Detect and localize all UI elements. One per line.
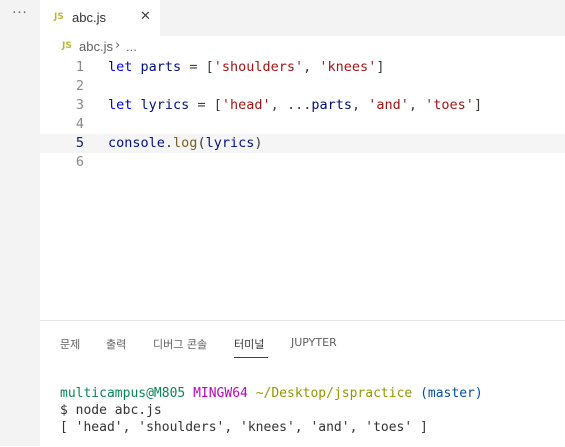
code-line-active[interactable]: 5 console.log(lyrics) <box>40 134 565 153</box>
code-line[interactable]: 3 let lyrics = ['head', ...parts, 'and',… <box>40 96 565 115</box>
breadcrumb: JS abc.js › ... <box>40 36 565 58</box>
tab-jupyter[interactable]: JUPYTER <box>291 336 337 349</box>
line-number: 3 <box>75 97 84 113</box>
prompt-env: MINGW64 <box>193 386 248 401</box>
code-line[interactable]: 6 <box>40 153 565 172</box>
code-line[interactable]: 4 <box>40 115 565 134</box>
line-number: 4 <box>75 116 84 132</box>
close-icon[interactable]: ✕ <box>140 9 151 24</box>
line-number: 2 <box>75 78 84 94</box>
terminal-command: $ node abc.js <box>60 403 162 418</box>
tab-problems[interactable]: 문제 <box>60 336 80 352</box>
tab-terminal[interactable]: 터미널 <box>234 336 264 352</box>
code-line[interactable]: 1 let parts = ['shoulders', 'knees'] <box>40 58 565 77</box>
code-text: console.log(lyrics) <box>108 135 263 151</box>
activity-bar: ··· <box>0 0 40 446</box>
breadcrumb-symbols[interactable]: ... <box>126 39 137 54</box>
terminal-result: [ 'head', 'shoulders', 'knees', 'and', '… <box>60 420 428 435</box>
prompt-user: multicampus@M805 <box>60 386 186 401</box>
tab-debug-console[interactable]: 디버그 콘솔 <box>153 336 207 352</box>
code-line[interactable]: 2 <box>40 77 565 96</box>
code-text: let parts = ['shoulders', 'knees'] <box>108 59 385 75</box>
chevron-right-icon: › <box>115 38 121 53</box>
line-number: 1 <box>75 59 84 75</box>
bottom-panel: 문제 출력 디버그 콘솔 터미널 JUPYTER multicampus@M80… <box>40 320 565 447</box>
terminal-output[interactable]: multicampus@M805 MINGW64 ~/Desktop/jspra… <box>60 385 483 436</box>
active-tab-indicator <box>234 357 268 358</box>
javascript-file-icon: JS <box>54 12 64 22</box>
tab-output[interactable]: 출력 <box>106 336 126 352</box>
code-text: let lyrics = ['head', ...parts, 'and', '… <box>108 97 483 113</box>
line-number: 6 <box>75 154 84 170</box>
javascript-file-icon: JS <box>62 41 72 51</box>
code-editor[interactable]: 1 let parts = ['shoulders', 'knees'] 2 3… <box>40 58 565 320</box>
breadcrumb-file[interactable]: abc.js <box>79 39 113 54</box>
tab-label: abc.js <box>72 10 106 25</box>
more-actions-icon[interactable]: ··· <box>0 6 40 21</box>
line-number: 5 <box>75 135 84 151</box>
prompt-path: ~/Desktop/jspractice <box>255 386 413 401</box>
editor-tab-bar: JS abc.js ✕ <box>40 0 565 36</box>
terminal-prompt-line: multicampus@M805 MINGW64 ~/Desktop/jspra… <box>60 385 483 402</box>
sidebar-background <box>0 60 40 446</box>
prompt-branch: (master) <box>420 386 483 401</box>
tab-abc-js[interactable]: JS abc.js ✕ <box>40 0 160 36</box>
